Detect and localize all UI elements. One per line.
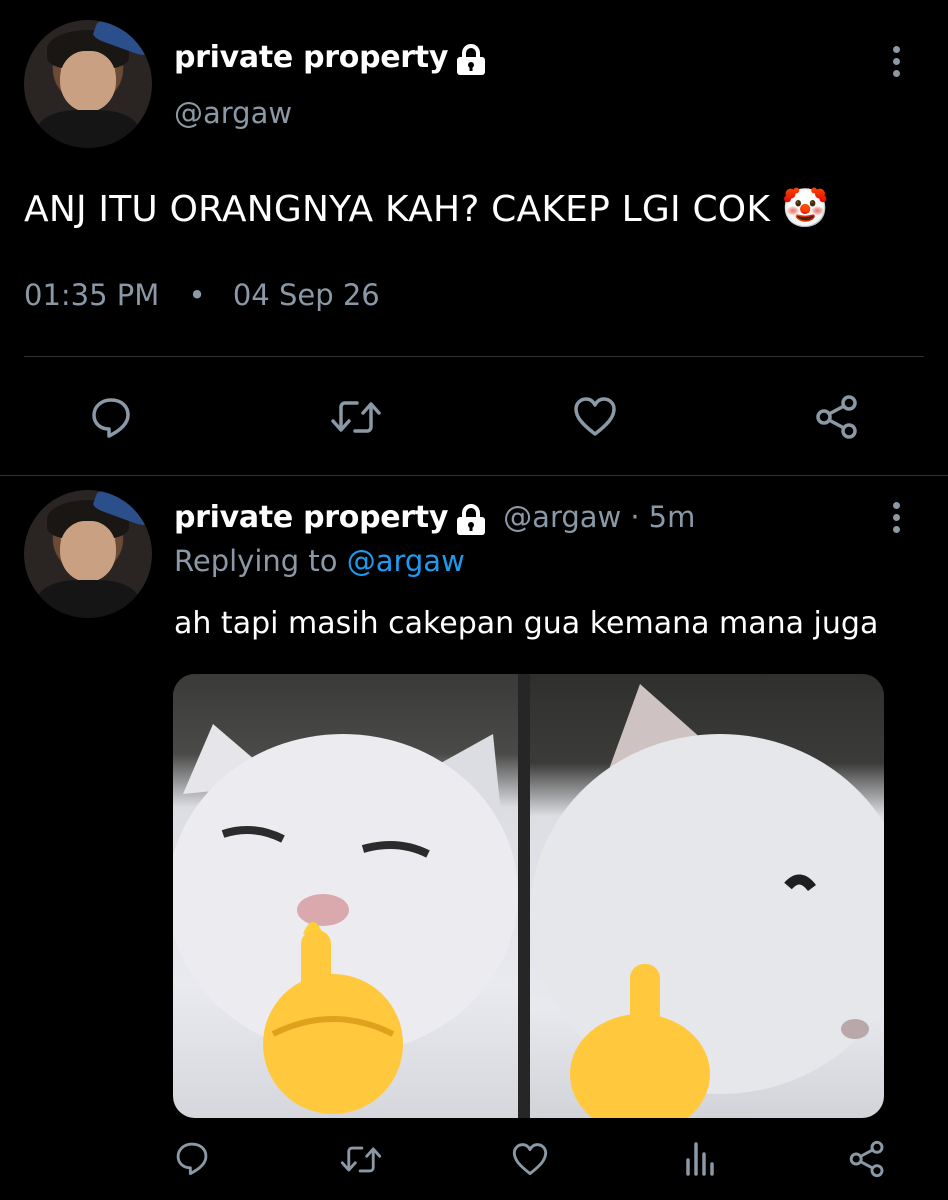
tweet-text: ANJ ITU ORANGNYA KAH? CAKEP LGI COK [24,189,771,230]
retweet-icon [331,401,381,433]
retweet-button[interactable] [338,1140,384,1178]
cat-panel-right [530,674,884,1118]
share-button[interactable] [846,1138,888,1180]
reply-author-handle[interactable]: @argaw [503,500,621,534]
tweet-date: 04 Sep 26 [232,278,380,312]
more-options-icon[interactable] [881,46,911,77]
share-icon [816,395,857,439]
heart-icon [512,1142,548,1175]
more-options-icon[interactable] [881,502,911,533]
retweet-icon [340,1146,382,1172]
tweet-text-row: ANJ ITU ORANGNYA KAH? CAKEP LGI COK 🤡 [24,186,829,231]
retweet-button[interactable] [328,394,384,440]
reply-header: private property @argaw · 5m [174,500,695,539]
analytics-icon [686,1142,714,1176]
divider [0,475,948,476]
author-name-row: private property [174,40,488,79]
like-button[interactable] [510,1140,550,1178]
reply-button[interactable] [172,1138,212,1178]
replying-to-label: Replying to [174,544,338,578]
lock-icon [457,43,486,75]
divider [24,356,924,357]
header-dot: · [630,500,640,534]
author-name[interactable]: private property [174,40,448,75]
replying-to: Replying to @argaw [174,544,465,578]
comment-icon [92,398,130,438]
clown-face-icon: 🤡 [781,186,830,230]
avatar[interactable] [24,20,152,148]
share-icon [849,1140,884,1178]
tweet-media-image[interactable] [173,674,884,1118]
reply-text: ah tapi masih cakepan gua kemana mana ju… [174,606,879,641]
replying-to-mention[interactable]: @argaw [347,544,465,578]
tweet-time: 01:35 PM [24,278,160,312]
analytics-button[interactable] [680,1138,720,1178]
share-button[interactable] [812,392,862,442]
reply-button[interactable] [86,394,136,440]
meta-separator: • [188,278,206,312]
like-button[interactable] [570,394,620,440]
reply-time: 5m [648,500,696,534]
lock-icon [457,503,486,535]
reply-author-name[interactable]: private property [174,500,448,535]
cat-panel-left [173,674,518,1118]
heart-icon [574,397,616,436]
reply-avatar[interactable] [24,490,152,618]
cat-middle-finger-icon [530,684,884,1118]
tweet-timestamp: 01:35 PM • 04 Sep 26 [24,278,380,312]
cat-shush-icon [173,724,518,1114]
author-handle[interactable]: @argaw [174,96,292,130]
comment-icon [176,1142,208,1175]
